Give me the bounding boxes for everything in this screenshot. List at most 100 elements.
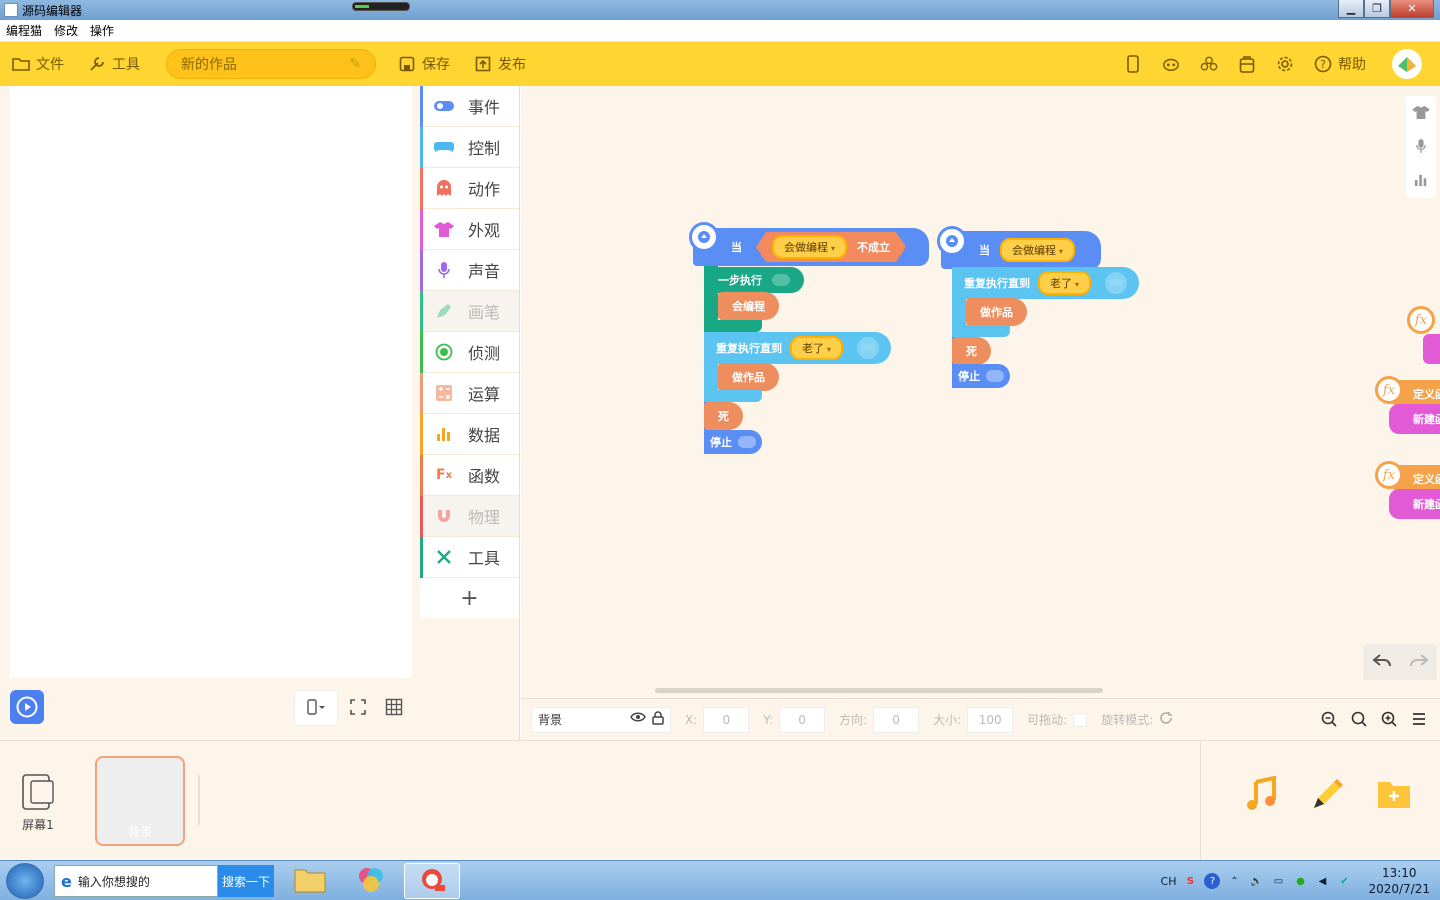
category-events[interactable]: 事件 xyxy=(420,86,519,127)
function-block-partial[interactable]: fx xyxy=(1407,306,1440,364)
upload-asset-button[interactable] xyxy=(1376,777,1412,813)
variable-pill[interactable]: 会做编程 ▾ xyxy=(1000,238,1076,262)
taskbar-search-input[interactable]: e 输入你想搜的 xyxy=(54,865,218,897)
stop-block[interactable]: 停止 xyxy=(704,430,762,454)
sogou-icon[interactable]: S xyxy=(1182,873,1198,889)
paint-button[interactable] xyxy=(1310,777,1346,813)
category-sound[interactable]: 声音 xyxy=(420,250,519,291)
define-function-block[interactable]: fx 定义函 新建函 xyxy=(1375,461,1440,519)
category-sensing[interactable]: 侦测 xyxy=(420,332,519,373)
backpack-button[interactable] xyxy=(1228,42,1266,86)
y-input[interactable]: 0 xyxy=(779,706,826,733)
direction-input[interactable]: 0 xyxy=(873,706,920,733)
screen-tab[interactable]: 屏幕1 xyxy=(18,773,58,833)
add-sound-button[interactable] xyxy=(1244,775,1280,813)
category-operators[interactable]: 运算 xyxy=(420,373,519,414)
sprite-panel: 屏幕1 背景 xyxy=(0,740,1440,861)
help-button[interactable]: ? 帮助 xyxy=(1304,42,1376,86)
define-function-block[interactable]: fx 定义函 新建函 xyxy=(1375,376,1440,434)
clock[interactable]: 13:10 2020/7/21 xyxy=(1368,865,1430,897)
redo-icon[interactable] xyxy=(1409,653,1429,672)
category-looks[interactable]: 外观 xyxy=(420,209,519,250)
code-workspace[interactable]: 当 会做编程 ▾ 不成立 一步执行 会编程 重复执行直到 老了 ▾ 做作品 死 … xyxy=(521,86,1440,698)
zoom-out-button[interactable] xyxy=(1316,707,1342,733)
close-button[interactable]: ✕ xyxy=(1390,0,1434,18)
maximize-button[interactable]: ❐ xyxy=(1364,0,1390,18)
action-block[interactable]: 做作品 xyxy=(966,298,1027,326)
run-button[interactable] xyxy=(10,690,44,724)
stage-canvas[interactable] xyxy=(10,86,412,678)
category-motion[interactable]: 动作 xyxy=(420,168,519,209)
microphone-icon xyxy=(434,260,454,280)
lock-icon[interactable] xyxy=(652,711,664,728)
costume-button[interactable] xyxy=(1406,96,1436,130)
background-sprite-card[interactable]: 背景 xyxy=(95,756,185,846)
tools-button[interactable]: 工具 xyxy=(76,42,152,86)
volume-icon[interactable]: ◀ xyxy=(1314,873,1330,889)
project-name-input[interactable]: 新的作品 ✎ xyxy=(166,49,376,79)
category-pen[interactable]: 画笔 xyxy=(420,291,519,332)
action-block[interactable]: 死 xyxy=(704,402,743,430)
category-control[interactable]: 控制 xyxy=(420,127,519,168)
repeat-until-block[interactable]: 重复执行直到 老了 ▾ xyxy=(704,332,892,364)
phone-preview-button[interactable] xyxy=(1114,42,1152,86)
menu-item-operate[interactable]: 操作 xyxy=(90,22,114,39)
action-block[interactable]: 死 xyxy=(952,337,991,365)
category-physics[interactable]: 物理 xyxy=(420,496,519,537)
stage-panel xyxy=(0,86,420,740)
menu-item-edit[interactable]: 修改 xyxy=(54,22,78,39)
save-button[interactable]: 保存 xyxy=(386,42,462,86)
taskbar-search-button[interactable]: 搜索一下 xyxy=(218,865,274,897)
help-icon[interactable]: ? xyxy=(1204,873,1221,889)
shield-icon[interactable]: ✔ xyxy=(1336,873,1352,889)
security-icon[interactable]: ● xyxy=(1292,873,1308,889)
eye-icon[interactable] xyxy=(630,711,646,728)
action-block[interactable]: 做作品 xyxy=(718,363,779,391)
category-data[interactable]: 数据 xyxy=(420,414,519,455)
network-icon[interactable]: ▭ xyxy=(1270,873,1286,889)
grid-button[interactable] xyxy=(378,690,410,726)
variable-pill[interactable]: 会做编程 ▾ xyxy=(772,235,847,259)
minimize-button[interactable]: ▁ xyxy=(1338,0,1364,18)
publish-button[interactable]: 发布 xyxy=(462,42,538,86)
horizontal-scrollbar[interactable] xyxy=(655,688,1103,693)
workspace-menu-button[interactable] xyxy=(1406,707,1432,733)
taskbar-code-editor[interactable] xyxy=(404,863,460,899)
chevron-up-icon[interactable]: ⌃ xyxy=(1226,873,1242,889)
data-button[interactable] xyxy=(1406,164,1436,198)
draggable-toggle[interactable] xyxy=(1073,712,1088,727)
language-indicator[interactable]: CH xyxy=(1161,875,1177,888)
category-functions[interactable]: Fx 函数 xyxy=(420,455,519,496)
user-avatar[interactable] xyxy=(1392,49,1422,79)
zoom-reset-button[interactable] xyxy=(1346,707,1372,733)
step-exec-block[interactable]: 一步执行 xyxy=(704,267,804,293)
rotate-icon[interactable] xyxy=(1159,711,1173,728)
repeat-until-block[interactable]: 重复执行直到 老了 ▾ xyxy=(952,267,1140,299)
robot-button[interactable] xyxy=(1152,42,1190,86)
when-condition-block[interactable]: 当 会做编程 ▾ 不成立 xyxy=(693,228,929,266)
category-tools[interactable]: 工具 xyxy=(420,537,519,578)
fullscreen-button[interactable] xyxy=(342,690,374,726)
speaker-icon[interactable]: 🔈 xyxy=(1248,873,1264,889)
stop-block[interactable]: 停止 xyxy=(952,364,1010,388)
x-input[interactable]: 0 xyxy=(703,706,750,733)
sprite-name-field[interactable]: 背景 xyxy=(531,706,671,733)
extensions-button[interactable] xyxy=(1190,42,1228,86)
menu-item-bcm[interactable]: 编程猫 xyxy=(6,22,42,39)
not-condition-block[interactable]: 会做编程 ▾ 不成立 xyxy=(756,232,906,262)
zoom-in-button[interactable] xyxy=(1376,707,1402,733)
action-block[interactable]: 会编程 xyxy=(718,292,779,320)
settings-button[interactable] xyxy=(1266,42,1304,86)
variable-pill[interactable]: 老了 ▾ xyxy=(790,336,844,360)
sound-button[interactable] xyxy=(1406,130,1436,164)
variable-pill[interactable]: 老了 ▾ xyxy=(1038,271,1092,295)
category-palette: 事件 控制 动作 外观 声音 画笔 侦测 运算 数据 Fx 函数 物理 工具 + xyxy=(420,86,520,740)
taskbar-color-app[interactable] xyxy=(343,863,399,899)
undo-icon[interactable] xyxy=(1371,653,1392,672)
start-button[interactable] xyxy=(6,863,44,899)
add-extension-button[interactable]: + xyxy=(420,578,519,618)
device-select-button[interactable] xyxy=(294,690,338,726)
size-input[interactable]: 100 xyxy=(967,706,1014,733)
file-button[interactable]: 文件 xyxy=(0,42,76,86)
taskbar-explorer[interactable] xyxy=(282,863,338,899)
